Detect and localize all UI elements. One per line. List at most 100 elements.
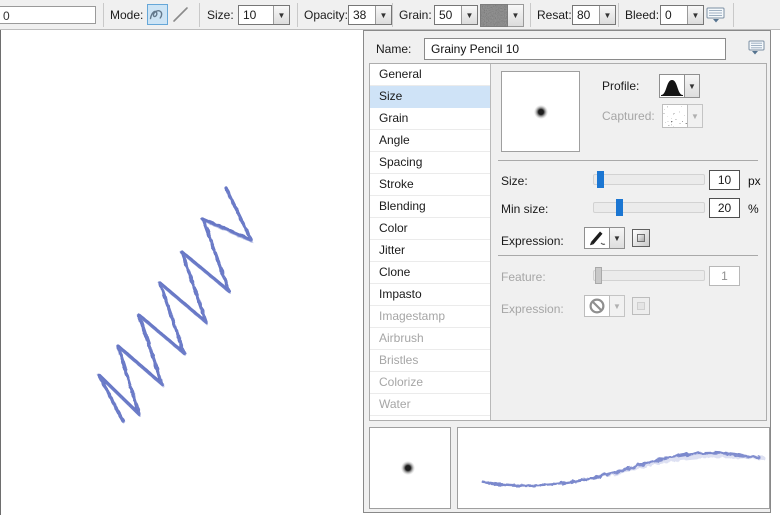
size-value: 10 xyxy=(239,6,273,24)
profile-label: Profile: xyxy=(602,79,639,93)
feature-value-box: 1 xyxy=(709,266,740,286)
section-divider xyxy=(498,255,758,256)
paper-texture-dropdown-arrow[interactable]: ▼ xyxy=(508,4,524,27)
dropdown-arrow-icon: ▼ xyxy=(610,295,625,317)
feature-slider xyxy=(593,270,705,281)
straight-line-icon xyxy=(171,5,190,24)
grain-combobox[interactable]: 50 ▼ xyxy=(434,5,478,25)
expression2-combobox: ▼ xyxy=(584,295,625,317)
category-item-spacing[interactable]: Spacing xyxy=(370,152,490,174)
category-item-stroke[interactable]: Stroke xyxy=(370,174,490,196)
mode-label: Mode: xyxy=(110,8,143,22)
app-window: 0 Mode: Size: 10 ▼ Opacity: 38 ▼ Grain: xyxy=(0,0,780,515)
dropdown-arrow-icon[interactable]: ▼ xyxy=(461,6,477,24)
dab-preview-box xyxy=(501,71,580,152)
size-setting-label: Size: xyxy=(501,174,528,188)
category-item-airbrush[interactable]: Airbrush xyxy=(370,328,490,350)
captured-combobox: ▼ xyxy=(662,104,703,128)
dropdown-arrow-icon[interactable]: ▼ xyxy=(610,227,625,249)
category-item-label: Colorize xyxy=(379,375,423,389)
category-item-label: Spacing xyxy=(379,155,422,169)
bleed-label: Bleed: xyxy=(625,8,659,22)
category-item-label: Grain xyxy=(379,111,408,125)
category-item-grain[interactable]: Grain xyxy=(370,108,490,130)
brush-name-input[interactable] xyxy=(424,38,726,60)
category-item-label: General xyxy=(379,67,422,81)
category-item-colorize[interactable]: Colorize xyxy=(370,372,490,394)
expression-label: Expression: xyxy=(501,234,564,248)
category-item-size[interactable]: Size xyxy=(370,86,490,108)
resat-combobox[interactable]: 80 ▼ xyxy=(572,5,616,25)
panel-list-icon xyxy=(748,40,766,55)
feature-slider-handle xyxy=(595,267,602,284)
toolbar-separator xyxy=(618,3,619,27)
toolbar-separator xyxy=(199,3,200,27)
category-item-label: Color xyxy=(379,221,408,235)
profile-combobox[interactable]: ▼ xyxy=(659,74,700,98)
size-unit-label: px xyxy=(748,174,761,188)
min-size-value-box[interactable]: 20 xyxy=(709,198,740,218)
expression-combobox[interactable]: ▼ xyxy=(584,227,625,249)
profile-dome-icon xyxy=(659,74,685,98)
min-size-slider-handle[interactable] xyxy=(616,199,623,216)
size-slider-handle[interactable] xyxy=(597,171,604,188)
category-item-angle[interactable]: Angle xyxy=(370,130,490,152)
advanced-controls-button[interactable] xyxy=(706,7,726,26)
category-item-jitter[interactable]: Jitter xyxy=(370,240,490,262)
size-value-box[interactable]: 10 xyxy=(709,170,740,190)
settings-pane: Profile: ▼ Captured: ▼ xyxy=(492,64,766,420)
dropdown-arrow-icon[interactable]: ▼ xyxy=(599,6,615,24)
stroke-preview-curve xyxy=(458,428,769,508)
min-size-slider[interactable] xyxy=(593,202,705,213)
size-label: Size: xyxy=(207,8,234,22)
dropdown-arrow-icon[interactable]: ▼ xyxy=(687,6,703,24)
category-item-imagestamp[interactable]: Imagestamp xyxy=(370,306,490,328)
size-combobox[interactable]: 10 ▼ xyxy=(238,5,290,25)
dropdown-arrow-icon[interactable]: ▼ xyxy=(685,74,700,98)
resat-value: 80 xyxy=(573,6,599,24)
toolbar-separator xyxy=(392,3,393,27)
brush-dab-preview-box xyxy=(369,427,451,509)
paper-texture-icon xyxy=(481,5,508,27)
category-item-label: Impasto xyxy=(379,287,422,301)
bleed-value: 0 xyxy=(661,6,687,24)
category-item-color[interactable]: Color xyxy=(370,218,490,240)
dialog-options-button[interactable] xyxy=(748,40,766,58)
mode-freehand-button[interactable] xyxy=(147,4,168,25)
dab-preview-dot xyxy=(401,461,415,475)
property-toolbar: 0 Mode: Size: 10 ▼ Opacity: 38 ▼ Grain: xyxy=(0,0,780,30)
expression-invert-button[interactable] xyxy=(632,229,650,247)
category-item-label: Stroke xyxy=(379,177,414,191)
bleed-combobox[interactable]: 0 ▼ xyxy=(660,5,704,25)
toolbar-partial-input[interactable]: 0 xyxy=(0,6,96,24)
captured-label: Captured: xyxy=(602,109,655,123)
feature-label: Feature: xyxy=(501,270,546,284)
category-item-label: Angle xyxy=(379,133,410,147)
category-item-label: Airbrush xyxy=(379,331,424,345)
category-list: General Size Grain Angle Spacing Stroke … xyxy=(370,64,491,420)
toolbar-separator xyxy=(297,3,298,27)
category-item-label: Bristles xyxy=(379,353,418,367)
size-slider[interactable] xyxy=(593,174,705,185)
category-item-label: Water xyxy=(379,397,411,411)
category-item-label: Size xyxy=(379,89,402,103)
captured-dab-icon xyxy=(662,104,688,128)
category-item-label: Clone xyxy=(379,265,410,279)
toolbar-partial-value: 0 xyxy=(3,9,10,23)
category-item-impasto[interactable]: Impasto xyxy=(370,284,490,306)
opacity-combobox[interactable]: 38 ▼ xyxy=(348,5,392,25)
dialog-content: General Size Grain Angle Spacing Stroke … xyxy=(369,63,767,421)
paper-texture-swatch[interactable] xyxy=(480,4,508,27)
category-item-blending[interactable]: Blending xyxy=(370,196,490,218)
category-item-label: Jitter xyxy=(379,243,405,257)
brush-stroke-preview-box xyxy=(457,427,770,509)
mode-straight-line-button[interactable] xyxy=(170,4,191,25)
dropdown-arrow-icon[interactable]: ▼ xyxy=(375,6,391,24)
toolbar-separator xyxy=(103,3,104,27)
category-item-clone[interactable]: Clone xyxy=(370,262,490,284)
dropdown-arrow-icon[interactable]: ▼ xyxy=(273,6,289,24)
category-item-bristles[interactable]: Bristles xyxy=(370,350,490,372)
category-item-general[interactable]: General xyxy=(370,64,490,86)
dab-preview-dot xyxy=(534,105,548,119)
category-item-water[interactable]: Water xyxy=(370,394,490,416)
